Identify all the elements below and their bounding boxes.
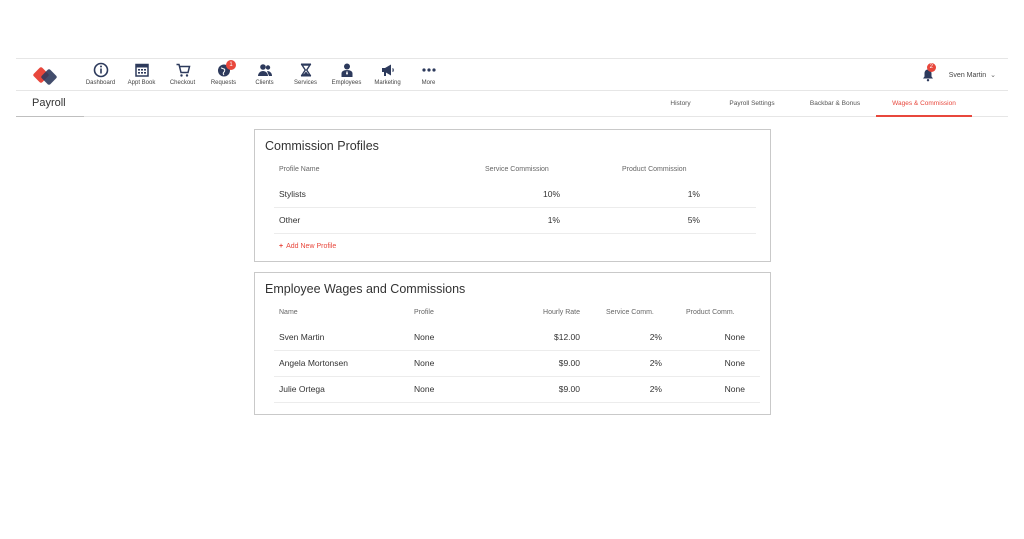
user-area: 2 Sven Martin ⌄ bbox=[921, 63, 996, 85]
profile-name[interactable]: Other bbox=[279, 215, 300, 225]
product-commission: 1% bbox=[687, 189, 700, 199]
employee-name[interactable]: Angela Mortonsen bbox=[279, 358, 348, 368]
employee-service-comm: 2% bbox=[649, 384, 662, 394]
row-divider bbox=[274, 402, 760, 403]
nav-more[interactable]: More bbox=[408, 59, 449, 92]
employee-product-comm: None bbox=[724, 358, 745, 368]
chevron-down-icon[interactable]: ⌄ bbox=[990, 71, 996, 79]
page-header: Payroll History Payroll Settings Backbar… bbox=[16, 92, 1008, 117]
col-product-commission: Product Commission bbox=[622, 166, 687, 173]
notifications-button[interactable]: 2 bbox=[921, 63, 936, 82]
col-profile: Profile bbox=[414, 309, 434, 316]
nav-label: Employees bbox=[331, 80, 362, 86]
employee-profile: None bbox=[414, 358, 435, 368]
nav-label: Requests bbox=[210, 80, 237, 86]
row-divider bbox=[274, 350, 760, 351]
main-nav: Dashboard Appt Book Checkout 1 Requests … bbox=[80, 59, 449, 92]
service-commission: 10% bbox=[542, 189, 560, 199]
nav-label: Appt Book bbox=[127, 80, 156, 86]
tab-backbar-bonus[interactable]: Backbar & Bonus bbox=[794, 92, 876, 117]
tab-payroll-settings[interactable]: Payroll Settings bbox=[710, 92, 794, 117]
nav-employees[interactable]: Employees bbox=[326, 59, 367, 92]
employee-product-comm: None bbox=[724, 332, 745, 342]
commission-profiles-card: Commission Profiles Profile Name Service… bbox=[254, 129, 771, 262]
tab-history[interactable]: History bbox=[651, 92, 710, 117]
employee-service-comm: 2% bbox=[649, 358, 662, 368]
col-hourly-rate: Hourly Rate bbox=[543, 309, 580, 316]
nav-checkout[interactable]: Checkout bbox=[162, 59, 203, 92]
nav-label: Marketing bbox=[374, 80, 401, 86]
service-commission: 1% bbox=[547, 215, 560, 225]
profile-name[interactable]: Stylists bbox=[279, 189, 306, 199]
more-dots-icon bbox=[421, 68, 436, 72]
employee-hourly-rate: $9.00 bbox=[558, 384, 580, 394]
nav-label: Dashboard bbox=[85, 80, 116, 86]
hourglass-icon bbox=[300, 63, 311, 77]
user-menu[interactable]: Sven Martin bbox=[949, 72, 986, 79]
employee-hourly-rate: $9.00 bbox=[558, 358, 580, 368]
nav-clients[interactable]: Clients bbox=[244, 59, 285, 92]
col-name: Name bbox=[279, 309, 298, 316]
card-title: Commission Profiles bbox=[265, 139, 379, 153]
cart-icon bbox=[176, 63, 190, 77]
product-commission: 5% bbox=[687, 215, 700, 225]
nav-label: More bbox=[421, 80, 436, 86]
nav-appt-book[interactable]: Appt Book bbox=[121, 59, 162, 92]
col-profile-name: Profile Name bbox=[279, 166, 320, 173]
employee-profile: None bbox=[414, 384, 435, 394]
nav-dashboard[interactable]: Dashboard bbox=[80, 59, 121, 92]
tab-wages-commission[interactable]: Wages & Commission bbox=[876, 92, 972, 117]
top-nav-bar: Dashboard Appt Book Checkout 1 Requests … bbox=[16, 58, 1008, 91]
row-divider bbox=[274, 207, 756, 208]
info-circle-icon bbox=[93, 62, 108, 78]
employee-name[interactable]: Julie Ortega bbox=[279, 384, 325, 394]
nav-label: Checkout bbox=[169, 80, 196, 86]
nav-marketing[interactable]: Marketing bbox=[367, 59, 408, 92]
plus-icon: + bbox=[279, 243, 284, 250]
employee-profile: None bbox=[414, 332, 435, 342]
nav-label: Clients bbox=[255, 80, 274, 86]
title-underline bbox=[16, 116, 84, 117]
employee-service-comm: 2% bbox=[649, 332, 662, 342]
notifications-badge: 2 bbox=[926, 63, 936, 72]
row-divider bbox=[274, 376, 760, 377]
employee-wages-card: Employee Wages and Commissions Name Prof… bbox=[254, 272, 771, 415]
card-title: Employee Wages and Commissions bbox=[265, 282, 466, 296]
employee-product-comm: None bbox=[724, 384, 745, 394]
megaphone-icon bbox=[381, 64, 394, 76]
payroll-tabs: History Payroll Settings Backbar & Bonus… bbox=[651, 92, 972, 117]
requests-badge: 1 bbox=[226, 60, 236, 70]
nav-label: Services bbox=[293, 80, 317, 86]
col-service-commission: Service Commission bbox=[485, 166, 549, 173]
nav-services[interactable]: Services bbox=[285, 59, 326, 92]
add-new-profile-button[interactable]: + Add New Profile bbox=[279, 243, 336, 250]
employee-name[interactable]: Sven Martin bbox=[279, 332, 324, 342]
add-profile-label: Add New Profile bbox=[286, 243, 337, 250]
brand-logo[interactable] bbox=[32, 65, 62, 87]
calendar-icon bbox=[134, 63, 149, 77]
employee-icon bbox=[341, 63, 352, 77]
col-service-comm: Service Comm. bbox=[606, 309, 654, 316]
employee-hourly-rate: $12.00 bbox=[554, 332, 580, 342]
col-product-comm: Product Comm. bbox=[686, 309, 735, 316]
page-title: Payroll bbox=[32, 97, 66, 109]
row-divider bbox=[274, 233, 756, 234]
clients-icon bbox=[257, 64, 272, 76]
nav-requests[interactable]: 1 Requests bbox=[203, 59, 244, 92]
